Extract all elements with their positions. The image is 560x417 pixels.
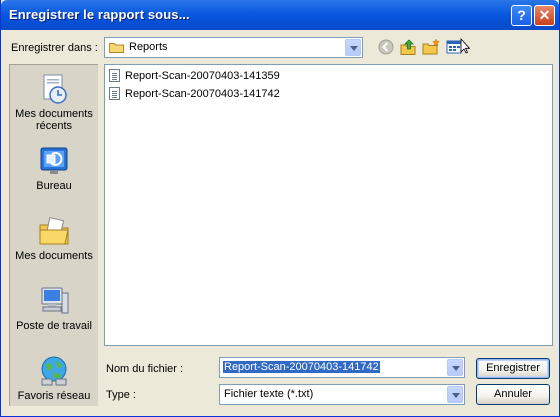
filetype-select[interactable]: Fichier texte (*.txt) [219,384,465,405]
file-list[interactable]: Report-Scan-20070403-141359 Report-Scan-… [104,64,553,346]
network-places-icon [38,355,70,387]
my-computer-icon [38,285,70,317]
recent-documents-icon [38,73,70,105]
chevron-down-icon[interactable] [447,359,463,376]
help-button[interactable]: ? [511,5,532,26]
close-button[interactable]: ✕ [534,5,555,26]
place-my-documents[interactable]: Mes documents [10,215,98,262]
filename-input[interactable]: Report-Scan-20070403-141742 [219,357,465,378]
lookin-label: Enregistrer dans : [11,42,98,54]
my-documents-icon [38,215,70,247]
chevron-down-icon[interactable] [345,39,361,56]
place-desktop[interactable]: Bureau [10,145,98,192]
filename-label: Nom du fichier : [106,363,184,375]
text-file-icon [109,87,120,100]
list-item[interactable]: Report-Scan-20070403-141359 [108,69,280,83]
title-bar[interactable]: Enregistrer le rapport sous... ? ✕ [1,0,559,30]
text-file-icon [109,69,120,82]
place-label: Mes documents [15,250,93,262]
filename-value: Report-Scan-20070403-141742 [223,361,380,373]
place-my-computer[interactable]: Poste de travail [10,285,98,332]
filetype-label: Type : [106,389,136,401]
new-folder-icon[interactable] [422,38,440,56]
lookin-combobox[interactable]: Reports [104,37,363,58]
back-icon[interactable] [377,38,395,56]
view-menu-icon[interactable] [446,37,471,56]
place-label: Mes documents récents [15,108,93,132]
places-bar: Mes documents récents Bureau Mes documen… [9,64,98,406]
place-label: Bureau [36,180,72,192]
place-label: Favoris réseau [17,390,91,402]
chevron-down-icon[interactable] [447,386,463,403]
list-item[interactable]: Report-Scan-20070403-141742 [108,87,280,101]
place-network-places[interactable]: Favoris réseau [10,355,98,402]
filetype-value: Fichier texte (*.txt) [224,388,314,400]
desktop-icon [38,145,70,177]
folder-icon [109,42,124,53]
place-label: Poste de travail [16,320,92,332]
lookin-value: Reports [129,41,168,53]
file-name: Report-Scan-20070403-141359 [125,70,280,82]
save-dialog: Enregistrer le rapport sous... ? ✕ Enreg… [0,0,560,417]
save-button[interactable]: Enregistrer [476,358,550,379]
cancel-button[interactable]: Annuler [476,384,550,405]
window-title: Enregistrer le rapport sous... [9,7,190,22]
up-folder-icon[interactable] [399,38,417,56]
file-name: Report-Scan-20070403-141742 [125,88,280,100]
place-recent-documents[interactable]: Mes documents récents [10,73,98,132]
